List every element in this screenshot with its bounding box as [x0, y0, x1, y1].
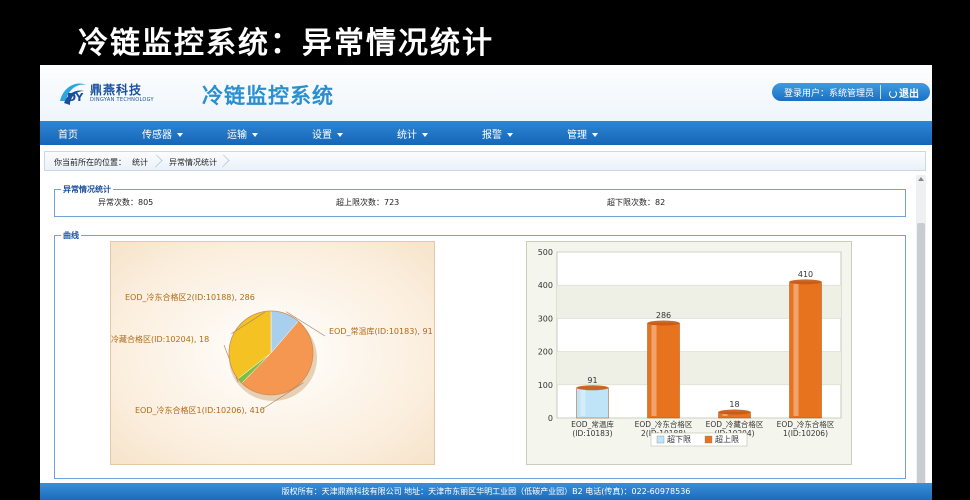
logo-cn-text: 鼎燕科技: [90, 83, 143, 97]
user-bar-divider: [880, 85, 881, 99]
chevron-down-icon: [252, 133, 258, 137]
breadcrumb: 你当前所在的位置： 统计 异常情况统计: [44, 151, 926, 171]
logout-button[interactable]: 退出: [889, 85, 919, 100]
nav-label: 首页: [58, 130, 78, 141]
below-limit-count: 超下限次数：82: [607, 198, 666, 207]
nav-label: 统计: [397, 130, 417, 141]
logout-label: 退出: [899, 89, 919, 100]
stats-fieldset: 异常情况统计 异常次数：805 超上限次数：723 超下限次数：82: [54, 184, 906, 217]
breadcrumb-prefix: 你当前所在的位置：: [54, 158, 126, 167]
main-nav: 首页 传感器 运输 设置 统计 报警 管理: [40, 121, 932, 145]
page-scrollbar[interactable]: [916, 175, 926, 500]
above-limit-count: 超上限次数：723: [336, 198, 400, 207]
logo-mark-icon: DY: [60, 83, 86, 105]
slide-title: 冷链监控系统：异常情况统计: [78, 26, 494, 61]
bar-highlight: [651, 325, 657, 416]
y-tick-label: 0: [548, 414, 553, 423]
legend-swatch: [704, 435, 713, 444]
nav-label: 管理: [567, 130, 587, 141]
bar-data-label: 91: [587, 376, 597, 385]
scroll-up-icon[interactable]: [918, 177, 924, 181]
x-tick-label: EOD_常温库: [571, 419, 614, 429]
bar-cap: [789, 279, 822, 285]
breadcrumb-item-statistics[interactable]: 统计: [132, 157, 148, 168]
svg-text:DY: DY: [67, 91, 84, 104]
footer: 版权所有：天津鼎燕科技有限公司 地址：天津市东丽区华明工业园（低碳产业园）B2 …: [40, 483, 932, 500]
bar-cap: [576, 385, 609, 391]
bar-data-label: 410: [798, 270, 813, 279]
nav-item-home[interactable]: 首页: [58, 126, 78, 141]
bar-highlight: [793, 283, 799, 416]
y-tick-label: 400: [538, 281, 553, 290]
bar-chart: 0 100 200 300 400 500 91 EOD_常温库(ID:10183) 286 EO…: [538, 248, 842, 447]
abnormal-count: 异常次数：805: [98, 198, 154, 207]
pie-chart: EOD_常温库(ID:10183), 91 EOD_冷东合格区1(ID:10206…: [111, 292, 433, 415]
x-tick-label: EOD_冷东合格区: [777, 419, 835, 429]
x-tick-label: 1(ID:10206): [783, 429, 828, 438]
nav-item-statistics[interactable]: 统计: [397, 126, 428, 141]
y-tick-label: 300: [538, 314, 553, 323]
breadcrumb-separator-icon: [216, 154, 230, 168]
legend-swatch: [656, 435, 665, 444]
nav-label: 运输: [227, 130, 247, 141]
chevron-down-icon: [507, 133, 513, 137]
x-tick-label: EOD_冷藏合格区: [706, 419, 764, 429]
x-tick-label: EOD_冷东合格区: [635, 419, 693, 429]
chevron-down-icon: [337, 133, 343, 137]
pie-slice-label: EOD_常温库(ID:10183), 91: [329, 326, 433, 336]
legend-label[interactable]: 超下限: [667, 434, 691, 444]
nav-item-alarm[interactable]: 报警: [482, 126, 513, 141]
bar-cap: [718, 409, 751, 415]
header: DY 鼎燕科技 DINGYAN TECHNOLOGY 冷链监控系统 登录用户：系…: [40, 65, 932, 121]
current-user-label: 登录用户：系统管理员: [784, 89, 875, 99]
power-icon: [889, 90, 897, 98]
y-tick-label: 100: [538, 381, 553, 390]
x-tick-label: (ID:10183): [572, 429, 612, 438]
pie-slice-label: EOD_冷东合格区2(ID:10188), 286: [125, 292, 255, 302]
pie-slice-label: 冷藏合格区(ID:10204), 18: [111, 334, 209, 344]
nav-label: 报警: [482, 130, 502, 141]
stats-legend: 异常情况统计: [61, 184, 113, 195]
bar-highlight: [722, 414, 728, 416]
nav-item-admin[interactable]: 管理: [567, 126, 598, 141]
bar-highlight: [580, 389, 586, 416]
nav-item-transport[interactable]: 运输: [227, 126, 258, 141]
y-tick-label: 500: [538, 248, 553, 257]
y-tick-label: 200: [538, 348, 553, 357]
chevron-down-icon: [422, 133, 428, 137]
bar-data-label: 286: [656, 311, 671, 320]
company-logo: DY 鼎燕科技 DINGYAN TECHNOLOGY: [58, 79, 158, 109]
bar-data-label: 18: [729, 400, 739, 409]
nav-item-settings[interactable]: 设置: [312, 126, 343, 141]
scrollbar-thumb[interactable]: [917, 223, 925, 493]
curve-legend: 曲线: [61, 230, 81, 241]
chevron-down-icon: [592, 133, 598, 137]
app-name: 冷链监控系统: [202, 84, 334, 108]
pie-slice-label: EOD_冷东合格区1(ID:10206), 410: [135, 405, 265, 415]
legend-label[interactable]: 超上限: [715, 434, 739, 444]
user-bar: 登录用户：系统管理员 退出: [772, 83, 930, 101]
pie-chart-panel: EOD_常温库(ID:10183), 91 EOD_冷东合格区1(ID:10206…: [110, 241, 435, 465]
nav-label: 传感器: [142, 130, 172, 141]
nav-label: 设置: [312, 130, 332, 141]
app-window: DY 鼎燕科技 DINGYAN TECHNOLOGY 冷链监控系统 登录用户：系…: [40, 65, 932, 500]
logo-en-text: DINGYAN TECHNOLOGY: [90, 97, 154, 103]
bar-chart-panel: 0 100 200 300 400 500 91 EOD_常温库 (ID:10183) 286 EO…: [526, 241, 852, 465]
breadcrumb-item-current: 异常情况统计: [169, 158, 217, 167]
chevron-down-icon: [177, 133, 183, 137]
breadcrumb-separator-icon: [149, 154, 163, 168]
bar-cap: [647, 320, 680, 326]
nav-item-sensor[interactable]: 传感器: [142, 126, 183, 141]
